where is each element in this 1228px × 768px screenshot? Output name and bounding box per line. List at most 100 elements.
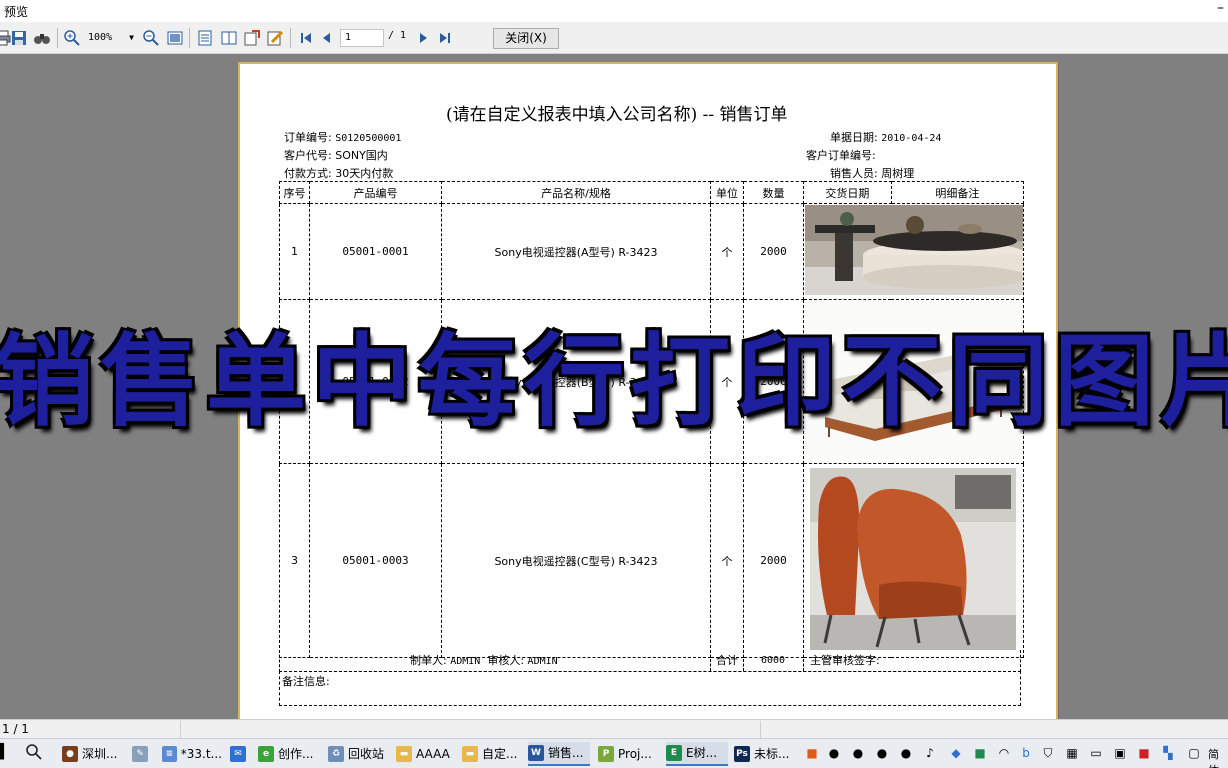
date-value: 2010-04-24: [881, 133, 942, 144]
qq-icon[interactable]: ●: [826, 745, 842, 761]
taskbar-item-label: 深圳...: [82, 747, 118, 761]
taskbar-item-label: 自定...: [482, 747, 518, 761]
divider: [803, 650, 804, 671]
status-divider: [760, 721, 761, 738]
payment-field: 付款方式: 30天内付款: [284, 165, 393, 181]
taskbar-item[interactable]: E E树...: [666, 742, 728, 766]
taskbar-item[interactable]: ≡ *33.t...: [162, 742, 222, 766]
taskbar-item[interactable]: e 创作...: [258, 742, 322, 766]
taskbar-item[interactable]: Ps 未标...: [734, 742, 796, 766]
find-icon[interactable]: [33, 29, 51, 47]
next-page-icon[interactable]: [414, 29, 432, 47]
brush-icon: ✎: [132, 746, 148, 762]
salesperson-value: 周树理: [881, 167, 915, 180]
tray-grid-icon[interactable]: ▦: [1064, 745, 1080, 761]
tray-red-icon[interactable]: ■: [1136, 745, 1152, 761]
page-number-input[interactable]: 1: [340, 29, 384, 47]
total-value: 6000: [761, 655, 786, 666]
page-total: / 1: [388, 30, 407, 41]
page-indicator: 1 / 1: [2, 722, 29, 736]
close-button[interactable]: 关闭(X): [493, 28, 559, 49]
single-page-icon[interactable]: [196, 29, 214, 47]
fit-page-icon[interactable]: [166, 29, 184, 47]
product-image-cell: [803, 203, 1024, 300]
table-header-row: 序号 产品编号 产品名称/规格 单位 数量 交货日期 明细备注: [279, 181, 1025, 204]
security-icon[interactable]: ◆: [948, 745, 964, 761]
col-header: 数量: [743, 181, 804, 204]
customer-value: SONY国内: [335, 149, 388, 162]
start-icon[interactable]: ▌: [0, 744, 12, 760]
status-divider: [180, 721, 181, 738]
qq-icon[interactable]: ●: [874, 745, 890, 761]
taskbar-item[interactable]: ● 深圳...: [62, 742, 122, 766]
tray-app-icon[interactable]: ■: [804, 745, 820, 761]
col-header: 产品名称/规格: [441, 181, 711, 204]
notification-icon[interactable]: ▢: [1186, 745, 1202, 761]
shield-icon[interactable]: ⛉: [1040, 745, 1056, 761]
taskbar-item[interactable]: ▬ 自定...: [462, 742, 522, 766]
save-icon[interactable]: [10, 29, 28, 47]
search-icon[interactable]: [26, 744, 42, 760]
divider: [710, 650, 711, 671]
last-page-icon[interactable]: [436, 29, 454, 47]
supervisor-label: 主管审核签字:: [810, 654, 880, 667]
row-no: 1: [279, 203, 310, 300]
auditor-label: 审核人:: [487, 654, 525, 667]
order-no-label: 订单编号:: [284, 131, 332, 144]
wifi-icon[interactable]: ◠: [996, 745, 1012, 761]
mail-icon: ✉: [230, 746, 246, 762]
overlay-caption: 销售单中每行打印不同图片: [0, 322, 1228, 440]
window-title: 预览: [4, 5, 29, 19]
folder-icon: ▬: [396, 746, 412, 762]
customer-label: 客户代号:: [284, 149, 332, 162]
taskbar-item[interactable]: ✉: [230, 742, 252, 766]
row-code: 05001-0003: [309, 463, 442, 658]
qq-icon[interactable]: ●: [898, 745, 914, 761]
zoom-in-icon[interactable]: [63, 29, 81, 47]
customer-order-field: 客户订单编号:: [806, 147, 876, 163]
order-no-value: S0120500001: [335, 133, 402, 144]
taskbar-item[interactable]: ✎: [132, 742, 154, 766]
taskbar-item[interactable]: P Proj...: [598, 742, 660, 766]
two-page-icon[interactable]: [220, 29, 238, 47]
zoom-select[interactable]: 100% ▼: [88, 29, 138, 47]
col-header: 交货日期: [803, 181, 892, 204]
remark-box: 备注信息:: [279, 671, 1021, 706]
folder-icon: ▬: [462, 746, 478, 762]
date-label: 单据日期:: [830, 131, 878, 144]
tray-app-icon[interactable]: ▣: [1112, 745, 1128, 761]
payment-label: 付款方式:: [284, 167, 332, 180]
taskbar-item[interactable]: ♻ 回收站: [328, 742, 390, 766]
taskbar-item[interactable]: ▬ AAAA: [396, 742, 454, 766]
battery-icon[interactable]: ▭: [1088, 745, 1104, 761]
zoom-out-icon[interactable]: [142, 29, 160, 47]
salesperson-field: 销售人员: 周树理: [830, 165, 914, 181]
prev-page-icon[interactable]: [318, 29, 336, 47]
minimize-button[interactable]: –: [1217, 0, 1224, 16]
taskbar-item-label: Proj...: [618, 747, 652, 761]
app-green-icon: E: [666, 745, 682, 761]
edit-icon[interactable]: [266, 29, 284, 47]
tray-blue-icon[interactable]: ▚: [1160, 745, 1176, 761]
payment-value: 30天内付款: [335, 167, 394, 180]
input-method-indicator[interactable]: 简体: [1208, 746, 1228, 768]
qq-icon[interactable]: ●: [850, 745, 866, 761]
volume-icon[interactable]: ♪: [922, 745, 938, 761]
first-page-icon[interactable]: [297, 29, 315, 47]
export-icon[interactable]: [243, 29, 261, 47]
round-coffee-table-photo: [805, 205, 1023, 295]
product-image-cell: [803, 463, 1024, 658]
report-title: (请在自定义报表中填入公司名称) -- 销售订单: [446, 105, 788, 125]
taskbar-item[interactable]: W 销售...: [528, 742, 590, 766]
taskbar-item-label: 未标...: [754, 747, 790, 761]
taskbar-item-label: AAAA: [416, 747, 450, 761]
orange-armchair-photo: [805, 465, 1023, 653]
browser-b-icon[interactable]: b: [1018, 745, 1034, 761]
row-qty: 2000: [743, 203, 804, 300]
auditor-value: ADMIN: [527, 656, 558, 667]
taskbar-item-label: 创作...: [278, 747, 314, 761]
row-no: 3: [279, 463, 310, 658]
preview-toolbar: 100% ▼ 1 / 1 关闭(X): [0, 22, 1228, 54]
chevron-down-icon: ▼: [129, 33, 134, 42]
tray-green-icon[interactable]: ■: [972, 745, 988, 761]
